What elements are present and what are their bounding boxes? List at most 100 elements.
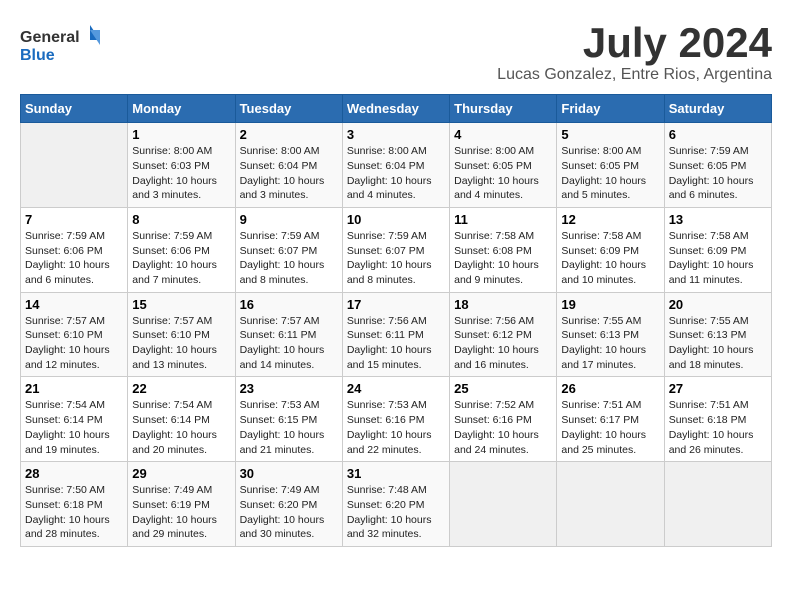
day-info: Sunrise: 7:59 AMSunset: 6:06 PMDaylight:… — [132, 229, 230, 288]
day-number: 16 — [240, 297, 338, 312]
logo: General Blue — [20, 20, 100, 75]
day-info: Sunrise: 7:57 AMSunset: 6:10 PMDaylight:… — [25, 314, 123, 373]
day-info: Sunrise: 7:56 AMSunset: 6:11 PMDaylight:… — [347, 314, 445, 373]
day-info: Sunrise: 7:51 AMSunset: 6:18 PMDaylight:… — [669, 398, 767, 457]
calendar-cell: 5 Sunrise: 8:00 AMSunset: 6:05 PMDaylight… — [557, 123, 664, 208]
calendar-week-5: 28 Sunrise: 7:50 AMSunset: 6:18 PMDayligh… — [21, 462, 772, 547]
day-number: 4 — [454, 127, 552, 142]
calendar-cell: 4 Sunrise: 8:00 AMSunset: 6:05 PMDaylight… — [450, 123, 557, 208]
day-number: 13 — [669, 212, 767, 227]
calendar-cell: 16 Sunrise: 7:57 AMSunset: 6:11 PMDayligh… — [235, 292, 342, 377]
day-number: 19 — [561, 297, 659, 312]
calendar-cell — [21, 123, 128, 208]
calendar-cell — [664, 462, 771, 547]
day-info: Sunrise: 7:49 AMSunset: 6:20 PMDaylight:… — [240, 483, 338, 542]
day-info: Sunrise: 7:58 AMSunset: 6:08 PMDaylight:… — [454, 229, 552, 288]
day-number: 10 — [347, 212, 445, 227]
calendar-week-2: 7Sunrise: 7:59 AMSunset: 6:06 PMDaylight… — [21, 207, 772, 292]
calendar-cell: 15 Sunrise: 7:57 AMSunset: 6:10 PMDayligh… — [128, 292, 235, 377]
calendar-cell: 29 Sunrise: 7:49 AMSunset: 6:19 PMDayligh… — [128, 462, 235, 547]
calendar-cell: 17Sunrise: 7:56 AMSunset: 6:11 PMDayligh… — [342, 292, 449, 377]
day-info: Sunrise: 7:50 AMSunset: 6:18 PMDaylight:… — [25, 483, 123, 542]
day-number: 5 — [561, 127, 659, 142]
day-number: 28 — [25, 466, 123, 481]
day-number: 9 — [240, 212, 338, 227]
day-info: Sunrise: 7:54 AMSunset: 6:14 PMDaylight:… — [25, 398, 123, 457]
calendar-cell: 1 Sunrise: 8:00 AMSunset: 6:03 PMDaylight… — [128, 123, 235, 208]
day-number: 2 — [240, 127, 338, 142]
day-info: Sunrise: 7:53 AMSunset: 6:15 PMDaylight:… — [240, 398, 338, 457]
day-info: Sunrise: 7:49 AMSunset: 6:19 PMDaylight:… — [132, 483, 230, 542]
calendar-cell: 8 Sunrise: 7:59 AMSunset: 6:06 PMDaylight… — [128, 207, 235, 292]
day-info: Sunrise: 7:51 AMSunset: 6:17 PMDaylight:… — [561, 398, 659, 457]
calendar-cell: 18 Sunrise: 7:56 AMSunset: 6:12 PMDayligh… — [450, 292, 557, 377]
day-info: Sunrise: 7:59 AMSunset: 6:07 PMDaylight:… — [240, 229, 338, 288]
day-number: 15 — [132, 297, 230, 312]
day-number: 21 — [25, 381, 123, 396]
calendar-cell: 26 Sunrise: 7:51 AMSunset: 6:17 PMDayligh… — [557, 377, 664, 462]
day-number: 25 — [454, 381, 552, 396]
day-number: 22 — [132, 381, 230, 396]
day-number: 18 — [454, 297, 552, 312]
day-number: 26 — [561, 381, 659, 396]
calendar-cell: 23 Sunrise: 7:53 AMSunset: 6:15 PMDayligh… — [235, 377, 342, 462]
title-area: July 2024 Lucas Gonzalez, Entre Rios, Ar… — [497, 20, 772, 84]
calendar-cell: 28 Sunrise: 7:50 AMSunset: 6:18 PMDayligh… — [21, 462, 128, 547]
day-info: Sunrise: 7:58 AMSunset: 6:09 PMDaylight:… — [669, 229, 767, 288]
calendar-cell: 20Sunrise: 7:55 AMSunset: 6:13 PMDayligh… — [664, 292, 771, 377]
day-number: 12 — [561, 212, 659, 227]
calendar-cell: 27 Sunrise: 7:51 AMSunset: 6:18 PMDayligh… — [664, 377, 771, 462]
calendar-cell: 7Sunrise: 7:59 AMSunset: 6:06 PMDaylight… — [21, 207, 128, 292]
day-info: Sunrise: 7:52 AMSunset: 6:16 PMDaylight:… — [454, 398, 552, 457]
day-info: Sunrise: 8:00 AMSunset: 6:05 PMDaylight:… — [454, 144, 552, 203]
day-info: Sunrise: 7:59 AMSunset: 6:05 PMDaylight:… — [669, 144, 767, 203]
day-number: 8 — [132, 212, 230, 227]
day-number: 29 — [132, 466, 230, 481]
calendar-cell: 19 Sunrise: 7:55 AMSunset: 6:13 PMDayligh… — [557, 292, 664, 377]
location-title: Lucas Gonzalez, Entre Rios, Argentina — [497, 66, 772, 84]
day-info: Sunrise: 8:00 AMSunset: 6:03 PMDaylight:… — [132, 144, 230, 203]
day-number: 31 — [347, 466, 445, 481]
calendar-cell: 10 Sunrise: 7:59 AMSunset: 6:07 PMDayligh… — [342, 207, 449, 292]
day-info: Sunrise: 7:58 AMSunset: 6:09 PMDaylight:… — [561, 229, 659, 288]
day-info: Sunrise: 7:55 AMSunset: 6:13 PMDaylight:… — [561, 314, 659, 373]
header-day-thursday: Thursday — [450, 95, 557, 123]
calendar-cell: 11Sunrise: 7:58 AMSunset: 6:08 PMDayligh… — [450, 207, 557, 292]
day-info: Sunrise: 8:00 AMSunset: 6:04 PMDaylight:… — [240, 144, 338, 203]
calendar-cell: 22 Sunrise: 7:54 AMSunset: 6:14 PMDayligh… — [128, 377, 235, 462]
day-number: 24 — [347, 381, 445, 396]
day-number: 1 — [132, 127, 230, 142]
day-number: 3 — [347, 127, 445, 142]
calendar-week-1: 1 Sunrise: 8:00 AMSunset: 6:03 PMDaylight… — [21, 123, 772, 208]
day-number: 23 — [240, 381, 338, 396]
header-day-sunday: Sunday — [21, 95, 128, 123]
calendar-cell — [557, 462, 664, 547]
calendar-week-3: 14Sunrise: 7:57 AMSunset: 6:10 PMDayligh… — [21, 292, 772, 377]
day-info: Sunrise: 7:56 AMSunset: 6:12 PMDaylight:… — [454, 314, 552, 373]
day-number: 6 — [669, 127, 767, 142]
calendar-cell: 30 Sunrise: 7:49 AMSunset: 6:20 PMDayligh… — [235, 462, 342, 547]
day-number: 27 — [669, 381, 767, 396]
day-number: 30 — [240, 466, 338, 481]
day-info: Sunrise: 7:59 AMSunset: 6:06 PMDaylight:… — [25, 229, 123, 288]
day-info: Sunrise: 7:53 AMSunset: 6:16 PMDaylight:… — [347, 398, 445, 457]
calendar-week-4: 21 Sunrise: 7:54 AMSunset: 6:14 PMDayligh… — [21, 377, 772, 462]
header-day-wednesday: Wednesday — [342, 95, 449, 123]
day-info: Sunrise: 8:00 AMSunset: 6:05 PMDaylight:… — [561, 144, 659, 203]
header-day-monday: Monday — [128, 95, 235, 123]
day-info: Sunrise: 7:57 AMSunset: 6:10 PMDaylight:… — [132, 314, 230, 373]
day-info: Sunrise: 8:00 AMSunset: 6:04 PMDaylight:… — [347, 144, 445, 203]
calendar-cell: 14Sunrise: 7:57 AMSunset: 6:10 PMDayligh… — [21, 292, 128, 377]
header-day-saturday: Saturday — [664, 95, 771, 123]
day-info: Sunrise: 7:57 AMSunset: 6:11 PMDaylight:… — [240, 314, 338, 373]
calendar-cell: 13 Sunrise: 7:58 AMSunset: 6:09 PMDayligh… — [664, 207, 771, 292]
day-info: Sunrise: 7:54 AMSunset: 6:14 PMDaylight:… — [132, 398, 230, 457]
header: General Blue July 2024 Lucas Gonzalez, E… — [20, 20, 772, 84]
calendar-table: SundayMondayTuesdayWednesdayThursdayFrid… — [20, 94, 772, 547]
calendar-cell: 24 Sunrise: 7:53 AMSunset: 6:16 PMDayligh… — [342, 377, 449, 462]
svg-text:General: General — [20, 29, 80, 46]
day-info: Sunrise: 7:59 AMSunset: 6:07 PMDaylight:… — [347, 229, 445, 288]
day-info: Sunrise: 7:55 AMSunset: 6:13 PMDaylight:… — [669, 314, 767, 373]
calendar-cell — [450, 462, 557, 547]
calendar-cell: 25 Sunrise: 7:52 AMSunset: 6:16 PMDayligh… — [450, 377, 557, 462]
